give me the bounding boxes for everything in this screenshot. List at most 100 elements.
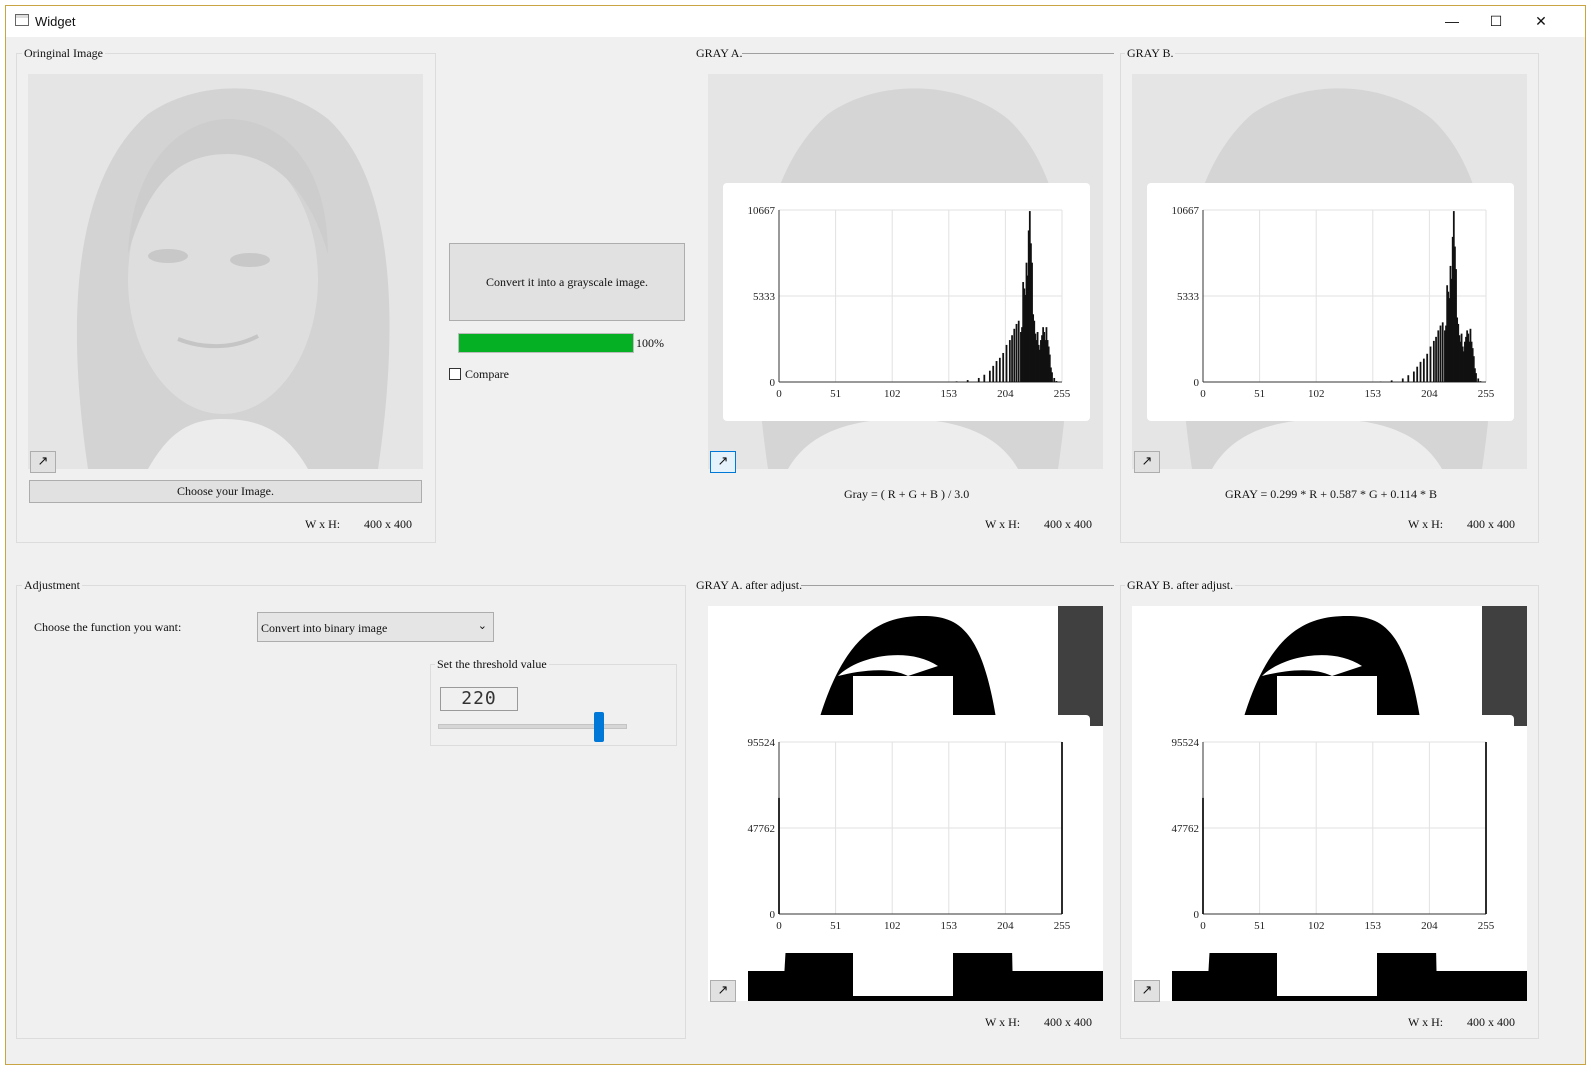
histogram-bar [966,380,969,382]
gray-a-histogram: 0 51 102 153 204 255 0 5333 10667 [723,183,1090,421]
expand-gray-b-adj-button[interactable]: ↗ [1134,980,1160,1002]
histogram-bar [1429,346,1432,382]
function-select[interactable]: Convert into binary image ⌄ [257,612,494,642]
x-tick-label: 153 [1365,388,1382,400]
x-tick-label: 51 [830,388,841,400]
histogram-bar [1475,373,1477,382]
histogram-bar [988,370,991,382]
y-tick-label: 0 [770,377,776,389]
gray-b-adj-group-label: GRAY B. after adjust. [1125,578,1236,593]
x-tick-label: 0 [776,920,782,932]
y-tick-label: 47762 [748,823,776,835]
convert-grayscale-button[interactable]: Convert it into a grayscale image. [449,243,685,321]
progress-text: 100% [636,336,664,350]
title-bar[interactable]: Widget — ☐ ✕ [6,6,1585,37]
gray-b-group-label: GRAY B. [1125,46,1176,61]
histogram-bar [778,797,780,914]
histogram-bar [1401,378,1404,382]
x-tick-label: 255 [1054,920,1071,932]
expand-arrow-icon: ↗ [1141,983,1153,998]
widget-window: Widget — ☐ ✕ Oringinal Image ↗ Choose yo… [5,5,1586,1065]
threshold-slider-handle[interactable] [594,712,605,742]
gray-a-adj-histogram-svg: 0 51 102 153 204 255 0 47762 95524 [748,737,1071,932]
original-image-view [28,74,423,469]
chevron-down-icon: ⌄ [477,619,487,632]
gray-b-adj-size-label: W x H: [1408,1015,1444,1029]
y-tick-label: 0 [770,909,776,921]
histogram-bar [1017,320,1020,382]
y-tick-label: 95524 [1172,737,1200,749]
y-tick-label: 95524 [748,737,776,749]
x-tick-label: 51 [1254,388,1265,400]
histogram-bar [1002,352,1005,382]
x-tick-label: 255 [1054,388,1071,400]
y-tick-label: 5333 [1177,291,1200,303]
expand-arrow-icon: ↗ [717,454,729,469]
histogram-bar [1015,323,1018,382]
function-label: Choose the function you want: [34,620,182,634]
histogram-bar [1008,340,1011,382]
histogram-bar [1390,380,1393,382]
x-tick-label: 153 [941,388,958,400]
histogram-bar [1061,742,1063,914]
x-tick-label: 204 [997,388,1014,400]
gray-b-formula: GRAY = 0.299 * R + 0.587 * G + 0.114 * B [1225,487,1437,501]
original-image-group-label: Oringinal Image [22,46,105,61]
expand-gray-b-button[interactable]: ↗ [1134,451,1160,473]
gray-b-histogram-svg: 0 51 102 153 204 255 0 5333 10667 [1172,205,1495,400]
expand-arrow-icon: ↗ [37,454,49,469]
gray-b-size-value: 400 x 400 [1467,517,1515,531]
histogram-bar [1432,340,1435,382]
histogram-bar [1485,742,1487,914]
gray-a-adj-histogram: 0 51 102 153 204 255 0 47762 95524 [723,715,1090,953]
histogram-bar [1477,378,1480,382]
threshold-group-label: Set the threshold value [435,657,549,672]
gray-b-adj-size-value: 400 x 400 [1467,1015,1515,1029]
x-tick-label: 51 [830,920,841,932]
histogram-bar [1412,371,1415,382]
histogram-bar [1005,344,1008,382]
compare-checkbox[interactable] [449,368,461,380]
histogram-bar [1416,366,1419,382]
histogram-bar [995,361,998,382]
gray-a-group-label: GRAY A. [694,46,745,61]
gray-a-histogram-svg: 0 51 102 153 204 255 0 5333 10667 [748,205,1071,400]
histogram-bar [992,365,995,382]
histogram-bar [1479,381,1482,382]
gray-a-size-label: W x H: [985,517,1021,531]
gray-a-adj-group-line [801,585,1114,586]
histogram-bar [998,357,1001,382]
gray-b-adj-histogram: 0 51 102 153 204 255 0 47762 95524 [1147,715,1514,953]
y-tick-label: 5333 [753,291,776,303]
app-window-icon [15,14,29,26]
close-button[interactable]: ✕ [1518,6,1564,37]
x-tick-label: 204 [1421,920,1438,932]
expand-gray-a-button[interactable]: ↗ [710,451,736,473]
x-tick-label: 0 [1200,388,1206,400]
expand-original-button[interactable]: ↗ [30,451,56,473]
window-title: Widget [35,14,76,29]
x-tick-label: 255 [1478,920,1495,932]
x-tick-label: 102 [884,920,901,932]
y-tick-label: 10667 [748,205,776,217]
minimize-button[interactable]: — [1429,6,1475,37]
x-tick-label: 255 [1478,388,1495,400]
y-tick-label: 0 [1194,909,1200,921]
histogram-bar [1439,325,1442,382]
histogram-bar [1407,375,1410,382]
x-tick-label: 204 [997,920,1014,932]
x-tick-label: 204 [1421,388,1438,400]
histogram-bar [977,377,980,382]
gray-a-formula: Gray = ( R + G + B ) / 3.0 [844,487,970,501]
gray-a-size-value: 400 x 400 [1044,517,1092,531]
adjustment-group [16,585,686,1039]
function-select-value: Convert into binary image [261,621,388,635]
x-tick-label: 153 [1365,920,1382,932]
maximize-button[interactable]: ☐ [1473,6,1519,37]
expand-arrow-icon: ↗ [1141,454,1153,469]
histogram-bar [1437,330,1440,382]
progress-fill [459,334,633,352]
choose-image-button[interactable]: Choose your Image. [29,480,422,503]
expand-gray-a-adj-button[interactable]: ↗ [710,980,736,1002]
y-tick-label: 10667 [1172,205,1200,217]
